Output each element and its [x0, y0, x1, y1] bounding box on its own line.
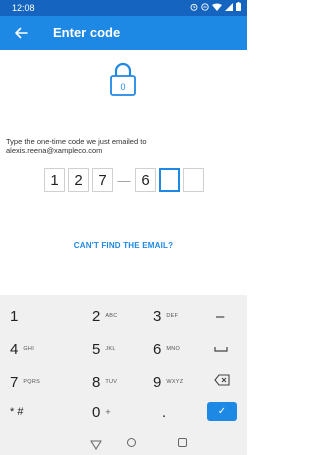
lock-digit: 0	[120, 82, 125, 92]
key-letters: MNO	[166, 346, 181, 352]
status-icons	[190, 2, 241, 13]
code-digit-4[interactable]: 6	[135, 168, 156, 192]
key-label: 2	[92, 307, 101, 325]
key-label: –	[216, 307, 225, 325]
key-letters: TUV	[105, 379, 118, 385]
arrow-left-icon[interactable]	[12, 24, 30, 42]
key-letters: PQRS	[23, 379, 41, 385]
key-1[interactable]: 1	[10, 301, 18, 331]
nav-recents-icon[interactable]	[178, 438, 187, 447]
code-digit-6[interactable]	[183, 168, 204, 192]
backspace-key[interactable]	[214, 367, 230, 397]
period-key[interactable]: .	[162, 397, 166, 427]
code-digit-1[interactable]: 1	[44, 168, 65, 192]
key-letters: JKL	[105, 346, 116, 352]
main-content: 0 Type the one-time code we just emailed…	[0, 50, 247, 295]
key-label: 8	[92, 373, 101, 391]
key-8[interactable]: 8 TUV	[92, 367, 117, 397]
status-time: 12:08	[12, 3, 35, 13]
key-0[interactable]: 0 +	[92, 397, 111, 427]
minus-circle-icon	[201, 2, 209, 13]
key-label: 3	[153, 307, 162, 325]
space-key[interactable]	[214, 334, 228, 364]
lock-icon: 0	[109, 62, 137, 96]
minus-key[interactable]: –	[216, 301, 224, 331]
key-label: 9	[153, 373, 162, 391]
key-7[interactable]: 7 PQRS	[10, 367, 40, 397]
key-letters: ABC	[105, 313, 118, 319]
key-5[interactable]: 5 JKL	[92, 334, 116, 364]
key-letters: GHI	[23, 346, 35, 352]
key-2[interactable]: 2 ABC	[92, 301, 118, 331]
key-9[interactable]: 9 WXYZ	[153, 367, 183, 397]
signal-icon	[225, 2, 233, 13]
star-hash-key[interactable]: * #	[10, 397, 23, 427]
key-label: .	[162, 403, 167, 421]
code-digit-3[interactable]: 7	[92, 168, 113, 192]
backspace-icon	[214, 373, 230, 391]
key-4[interactable]: 4 GHI	[10, 334, 34, 364]
key-label: * #	[10, 406, 24, 418]
key-label: 0	[92, 403, 101, 421]
key-letters: +	[105, 407, 111, 417]
enter-key[interactable]: ✓	[207, 402, 237, 421]
key-letters: WXYZ	[166, 379, 184, 385]
space-icon	[214, 340, 228, 358]
wifi-icon	[212, 3, 222, 13]
key-label: 1	[10, 307, 19, 325]
key-label: 6	[153, 340, 162, 358]
key-label: 4	[10, 340, 19, 358]
instruction-text: Type the one-time code we just emailed t…	[6, 137, 147, 155]
key-label: 7	[10, 373, 19, 391]
code-separator: —	[117, 172, 131, 188]
key-letters: DEF	[166, 313, 179, 319]
key-6[interactable]: 6 MNO	[153, 334, 180, 364]
page-title: Enter code	[53, 25, 121, 40]
key-label: 5	[92, 340, 101, 358]
code-digit-5[interactable]	[159, 168, 180, 192]
nav-home-icon[interactable]	[127, 438, 136, 447]
status-bar: 12:08	[0, 0, 247, 16]
cant-find-email-link[interactable]: CAN'T FIND THE EMAIL?	[0, 241, 247, 250]
battery-icon	[236, 2, 241, 13]
app-bar: Enter code	[0, 16, 247, 50]
key-3[interactable]: 3 DEF	[153, 301, 178, 331]
system-nav-bar	[0, 430, 247, 455]
code-input[interactable]: 1 2 7 — 6	[44, 167, 207, 193]
checkmark-icon: ✓	[217, 406, 227, 417]
alarm-icon	[190, 3, 198, 13]
code-digit-2[interactable]: 2	[68, 168, 89, 192]
nav-back-icon[interactable]	[90, 437, 102, 450]
